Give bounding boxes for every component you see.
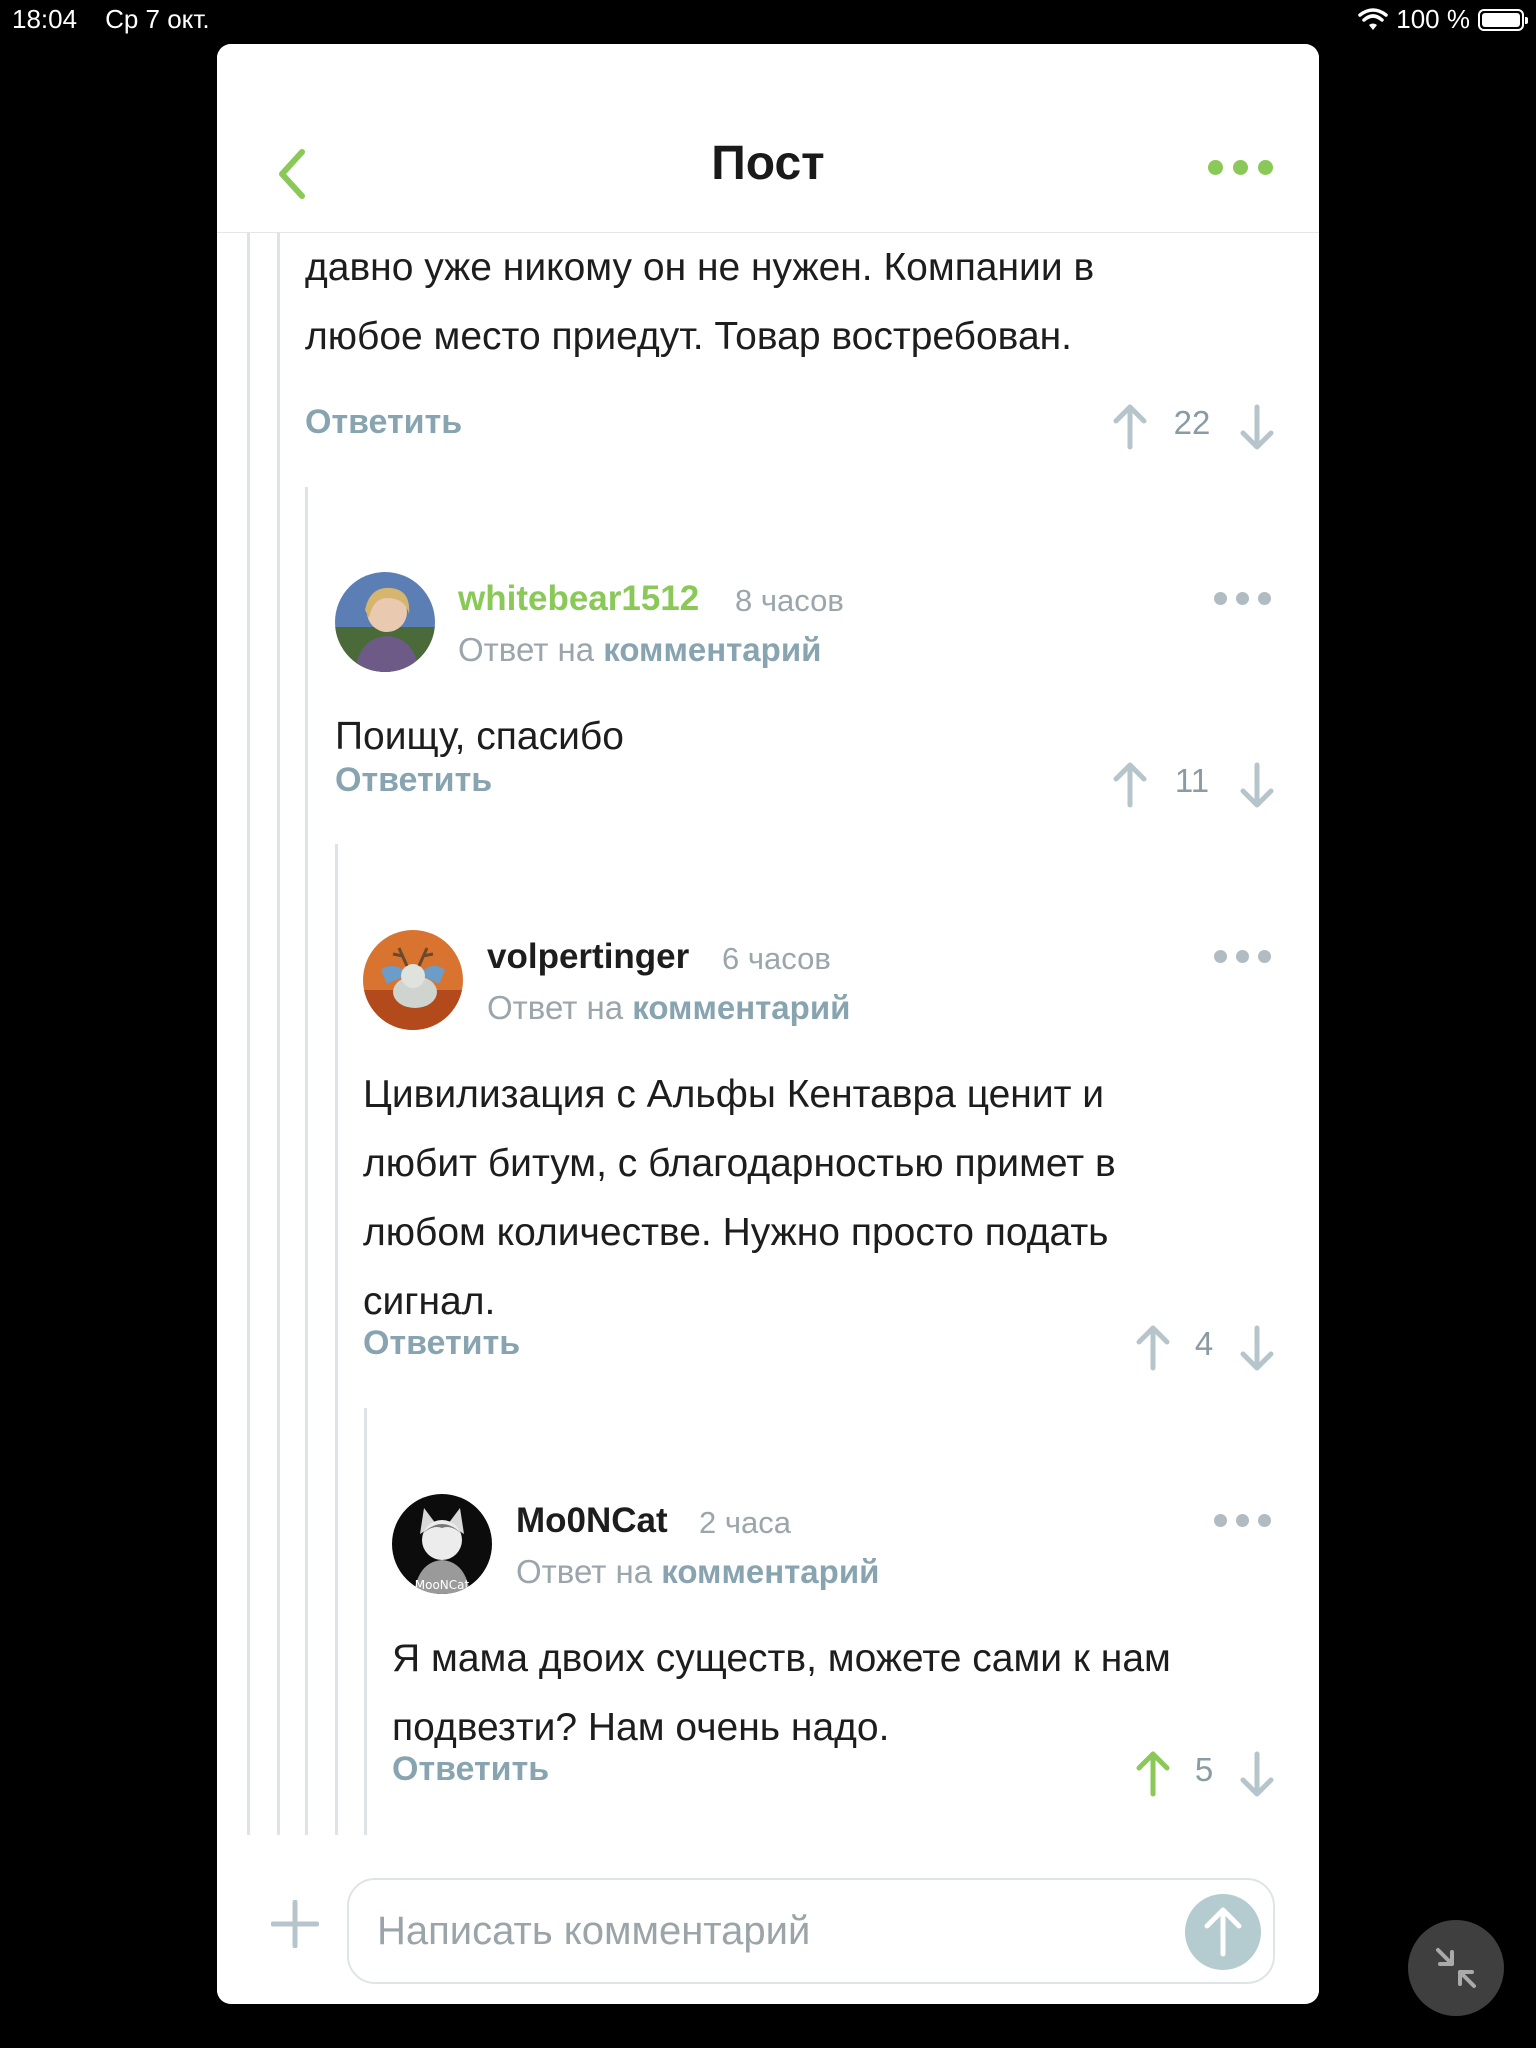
post-sheet: Пост давно уже никому он не нужен. Компа… xyxy=(217,44,1319,2004)
arrow-down-icon[interactable] xyxy=(1235,1750,1279,1800)
comment-text: Цивилизация с Альфы Кентавра ценит и люб… xyxy=(363,1060,1116,1336)
thread-line xyxy=(247,233,250,1835)
status-time: 18:04 xyxy=(12,4,78,34)
more-icon[interactable] xyxy=(1208,160,1273,175)
reply-to: Ответ на комментарий xyxy=(458,631,821,669)
comment-text-line: Я мама двоих существ, можете сами к нам xyxy=(392,1637,1171,1680)
comment-input[interactable] xyxy=(347,1878,1275,1984)
username[interactable]: whitebear1512 xyxy=(458,579,699,619)
comment-text-line: давно уже никому он не нужен. Компании в xyxy=(305,246,1095,289)
reply-to: Ответ на комментарий xyxy=(516,1553,879,1591)
username[interactable]: Mo0NCat xyxy=(516,1501,668,1541)
comment-text-line: Цивилизация с Альфы Кентавра ценит и xyxy=(363,1073,1105,1116)
reply-button[interactable]: Ответить xyxy=(392,1750,549,1789)
reply-to-link[interactable]: комментарий xyxy=(661,1553,879,1590)
arrow-up-icon[interactable] xyxy=(1108,759,1152,809)
avatar[interactable]: MooNCat xyxy=(392,1494,492,1594)
comment-text-line: любит битум, с благодарностью примет в xyxy=(363,1142,1116,1185)
comment-text-line: Поищу, спасибо xyxy=(335,715,624,758)
more-icon[interactable] xyxy=(1214,1514,1271,1527)
comment-text: Я мама двоих существ, можете сами к нам … xyxy=(392,1624,1171,1762)
comment-text-line: подвезти? Нам очень надо. xyxy=(392,1706,890,1749)
reply-to-link[interactable]: комментарий xyxy=(603,631,821,668)
reply-to-prefix: Ответ на xyxy=(458,631,595,668)
reply-button[interactable]: Ответить xyxy=(335,761,492,800)
comment-text-line: сигнал. xyxy=(363,1280,496,1323)
score-value: 4 xyxy=(1194,1325,1214,1362)
arrow-down-icon[interactable] xyxy=(1235,403,1279,453)
reply-button[interactable]: Ответить xyxy=(305,403,462,442)
comment-time: 6 часов xyxy=(722,941,831,976)
comment-text-line: любом количестве. Нужно просто подать xyxy=(363,1211,1109,1254)
arrow-down-icon[interactable] xyxy=(1235,1324,1279,1374)
status-date: Ср 7 окт. xyxy=(105,4,210,34)
collapse-button[interactable] xyxy=(1408,1920,1504,2016)
avatar[interactable] xyxy=(363,930,463,1030)
page-title: Пост xyxy=(711,137,825,190)
reply-to-prefix: Ответ на xyxy=(487,989,624,1026)
arrow-up-icon[interactable] xyxy=(1131,1322,1175,1372)
thread-line xyxy=(305,487,308,1835)
reply-to-prefix: Ответ на xyxy=(516,1553,653,1590)
comment-text-line: любое место приедут. Товар востребован. xyxy=(305,315,1073,358)
reply-to-link[interactable]: комментарий xyxy=(632,989,850,1026)
compose-bar xyxy=(217,1836,1319,2004)
reply-to: Ответ на комментарий xyxy=(487,989,850,1027)
arrow-up-icon[interactable] xyxy=(1108,401,1152,451)
nav-header: Пост xyxy=(217,44,1319,233)
avatar[interactable] xyxy=(335,572,435,672)
score-value: 11 xyxy=(1174,762,1210,799)
send-button[interactable] xyxy=(1185,1894,1261,1970)
plus-icon[interactable] xyxy=(271,1900,319,1948)
arrow-down-icon[interactable] xyxy=(1235,761,1279,811)
wifi-icon xyxy=(1358,7,1389,30)
thread-line xyxy=(364,1408,367,1835)
thread-line xyxy=(335,844,338,1835)
arrow-up-icon[interactable] xyxy=(1131,1748,1175,1798)
comment-thread[interactable]: давно уже никому он не нужен. Компании в… xyxy=(217,233,1319,1835)
avatar-caption: MooNCat xyxy=(415,1578,470,1592)
status-bar-left: 18:04 Ср 7 окт. xyxy=(12,4,210,35)
comment-time: 2 часа xyxy=(699,1505,791,1540)
send-icon xyxy=(1204,1907,1242,1957)
battery-icon xyxy=(1478,8,1528,31)
score-value: 22 xyxy=(1173,404,1211,441)
more-icon[interactable] xyxy=(1214,950,1271,963)
thread-line xyxy=(277,233,280,1835)
comment-time: 8 часов xyxy=(735,583,844,618)
comment-text: давно уже никому он не нужен. Компании в… xyxy=(305,233,1094,371)
score-value: 5 xyxy=(1194,1751,1214,1788)
reply-button[interactable]: Ответить xyxy=(363,1324,520,1363)
collapse-icon xyxy=(1436,1948,1476,1988)
username[interactable]: volpertinger xyxy=(487,937,689,977)
battery-percent: 100 % xyxy=(1396,4,1470,34)
more-icon[interactable] xyxy=(1214,592,1271,605)
status-bar-right: 100 % xyxy=(1358,4,1528,35)
